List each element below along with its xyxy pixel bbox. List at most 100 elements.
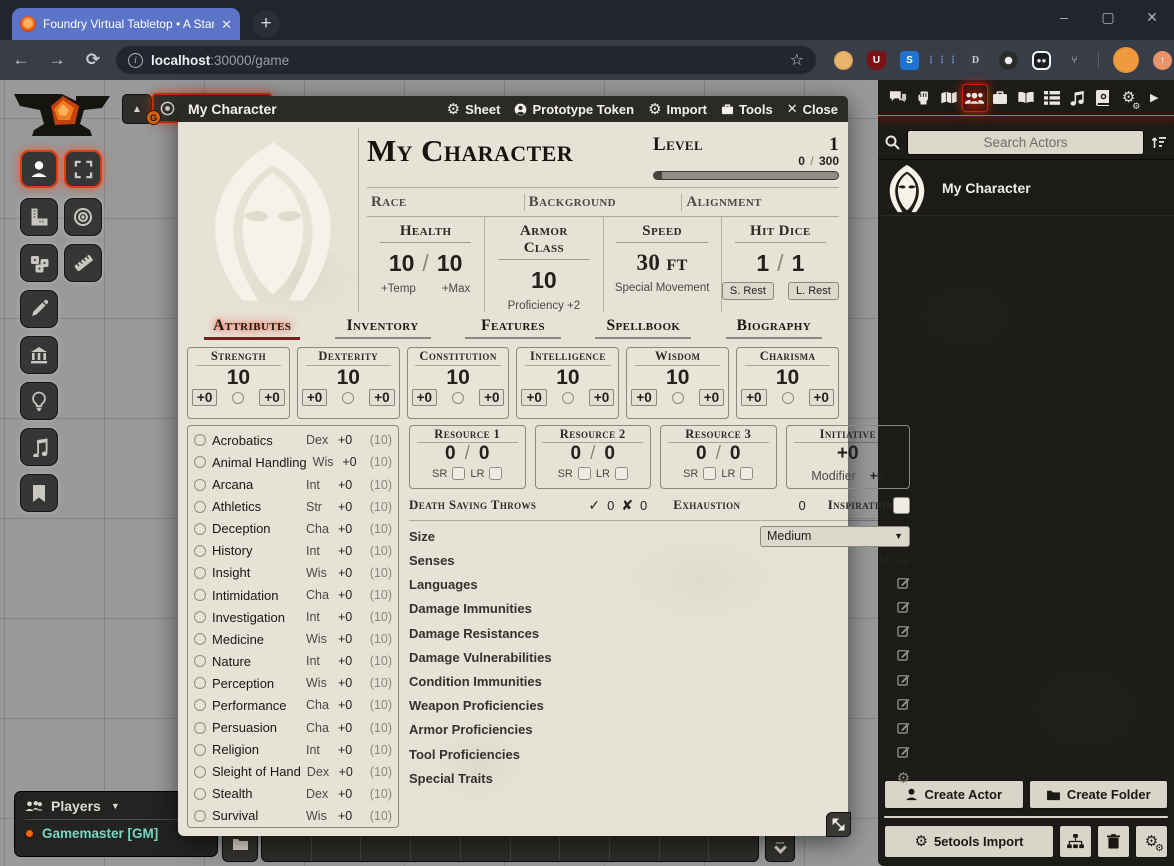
ability-name[interactable]: Dexterity	[306, 349, 391, 366]
special-movement-link[interactable]: Special Movement	[615, 282, 710, 294]
ability-save[interactable]: +0	[699, 389, 724, 406]
edit-icon[interactable]	[897, 697, 910, 715]
window-maximize-button[interactable]: ▢	[1086, 0, 1130, 34]
skill-proficiency-radio[interactable]	[194, 633, 206, 645]
url-bar[interactable]: i localhost:30000/game ☆	[116, 46, 816, 74]
ability-save[interactable]: +0	[369, 389, 394, 406]
skill-row[interactable]: Animal Handling Wis +0 (10)	[194, 451, 392, 473]
darkreader-extension-icon[interactable]	[999, 51, 1018, 70]
lighting-tool-button[interactable]	[20, 382, 58, 420]
resource-label[interactable]: Resource 3	[668, 427, 769, 443]
ability-score[interactable]: 10	[227, 366, 250, 389]
edit-icon[interactable]	[897, 576, 910, 594]
fork-extension-icon[interactable]: ⑂	[1065, 51, 1084, 70]
walls-tool-button[interactable]	[20, 336, 58, 374]
hp-tempmax-field[interactable]: +Max	[442, 283, 470, 295]
skill-row[interactable]: Survival Wis +0 (10)	[194, 805, 392, 827]
actor-entry[interactable]: My Character	[878, 160, 1174, 216]
cookie-extension-icon[interactable]	[834, 51, 853, 70]
search-actors-input[interactable]	[907, 130, 1144, 155]
resource-value[interactable]: 0	[445, 443, 456, 466]
resource-label[interactable]: Resource 2	[542, 427, 643, 443]
close-window-button[interactable]: ✕ Close	[787, 101, 838, 117]
ruler-combined-tool-button[interactable]	[20, 198, 58, 236]
skill-row[interactable]: Medicine Wis +0 (10)	[194, 628, 392, 650]
edit-icon[interactable]	[897, 673, 910, 691]
save-proficiency-radio[interactable]	[232, 392, 244, 404]
back-button[interactable]: ←	[6, 45, 36, 75]
edit-icon[interactable]	[897, 624, 910, 642]
edit-icon[interactable]	[897, 600, 910, 618]
skill-proficiency-radio[interactable]	[194, 810, 206, 822]
resource-max[interactable]: 0	[604, 443, 615, 466]
skill-proficiency-radio[interactable]	[194, 677, 206, 689]
skill-row[interactable]: Religion Int +0 (10)	[194, 739, 392, 761]
window-resize-handle[interactable]	[826, 812, 851, 837]
resource-label[interactable]: Resource 1	[417, 427, 518, 443]
sheet-tab[interactable]: Biography	[709, 315, 839, 345]
skill-proficiency-radio[interactable]	[194, 744, 206, 756]
ability-name[interactable]: Strength	[196, 349, 281, 366]
sr-checkbox[interactable]	[703, 467, 716, 480]
new-tab-button[interactable]: +	[252, 10, 280, 38]
folder-settings-button[interactable]: ⚙ ⚙	[1135, 825, 1168, 858]
ability-score[interactable]: 10	[446, 366, 469, 389]
speed-value[interactable]: 30 ft	[637, 250, 688, 276]
ability-modifier[interactable]: +0	[192, 389, 217, 406]
prototype-token-button[interactable]: Prototype Token	[514, 102, 634, 117]
skill-row[interactable]: Sleight of Hand Dex +0 (10)	[194, 761, 392, 783]
sidebar-collapse-icon[interactable]: ▶	[1141, 84, 1167, 112]
skill-row[interactable]: Stealth Dex +0 (10)	[194, 783, 392, 805]
bookmark-star-icon[interactable]: ☆	[790, 50, 804, 70]
hp-current[interactable]: 10	[389, 250, 415, 277]
skill-row[interactable]: Persuasion Cha +0 (10)	[194, 717, 392, 739]
tab-actors-icon[interactable]	[962, 84, 988, 112]
skill-row[interactable]: Perception Wis +0 (10)	[194, 672, 392, 694]
import-button[interactable]: ⚙ Import	[648, 102, 707, 117]
character-portrait[interactable]	[187, 128, 359, 312]
ability-score[interactable]: 10	[666, 366, 689, 389]
death-success-count[interactable]: 0	[607, 498, 614, 513]
tab-tables-icon[interactable]	[1039, 84, 1065, 112]
tab-playlists-icon[interactable]	[1064, 84, 1090, 112]
tab-close-icon[interactable]: ✕	[221, 18, 232, 31]
ability-score[interactable]: 10	[337, 366, 360, 389]
character-name[interactable]: My Character	[367, 134, 573, 168]
alignment-field[interactable]: Alignment	[681, 194, 839, 211]
tab-items-icon[interactable]	[988, 84, 1014, 112]
template-tool-button[interactable]	[64, 198, 102, 236]
edit-icon[interactable]	[897, 648, 910, 666]
create-folder-button[interactable]: Create Folder	[1029, 780, 1169, 809]
save-proficiency-radio[interactable]	[672, 392, 684, 404]
skill-proficiency-radio[interactable]	[194, 766, 206, 778]
sr-checkbox[interactable]	[578, 467, 591, 480]
death-fail-count[interactable]: 0	[640, 498, 647, 513]
ability-name[interactable]: Constitution	[415, 349, 500, 366]
ability-name[interactable]: Charisma	[745, 349, 830, 366]
sheet-tab[interactable]: Inventory	[317, 315, 447, 345]
save-proficiency-radio[interactable]	[782, 392, 794, 404]
skill-row[interactable]: History Int +0 (10)	[194, 540, 392, 562]
sounds-tool-button[interactable]	[20, 428, 58, 466]
ac-value[interactable]: 10	[531, 267, 557, 294]
skill-proficiency-radio[interactable]	[194, 545, 206, 557]
token-tool-button[interactable]	[20, 150, 58, 188]
resource-max[interactable]: 0	[730, 443, 741, 466]
ability-name[interactable]: Wisdom	[635, 349, 720, 366]
skill-row[interactable]: Investigation Int +0 (10)	[194, 606, 392, 628]
ability-modifier[interactable]: +0	[741, 389, 766, 406]
skill-row[interactable]: Deception Cha +0 (10)	[194, 518, 392, 540]
edit-icon[interactable]	[897, 721, 910, 739]
ability-modifier[interactable]: +0	[412, 389, 437, 406]
gear-icon[interactable]: ⚙	[897, 769, 910, 787]
lr-checkbox[interactable]	[615, 467, 628, 480]
death-fail-icon[interactable]: ✘	[621, 497, 633, 514]
grid-extension-icon[interactable]: ⋮⋮⋮	[933, 51, 952, 70]
select-tool-button[interactable]	[64, 150, 102, 188]
exhaustion-value[interactable]: 0	[798, 498, 805, 513]
tab-combat-icon[interactable]	[911, 84, 937, 112]
ability-modifier[interactable]: +0	[521, 389, 546, 406]
window-header[interactable]: My Character ⚙ Sheet Prototype Token ⚙ I…	[178, 96, 848, 122]
tiles-tool-button[interactable]	[20, 290, 58, 328]
skill-proficiency-radio[interactable]	[194, 479, 206, 491]
